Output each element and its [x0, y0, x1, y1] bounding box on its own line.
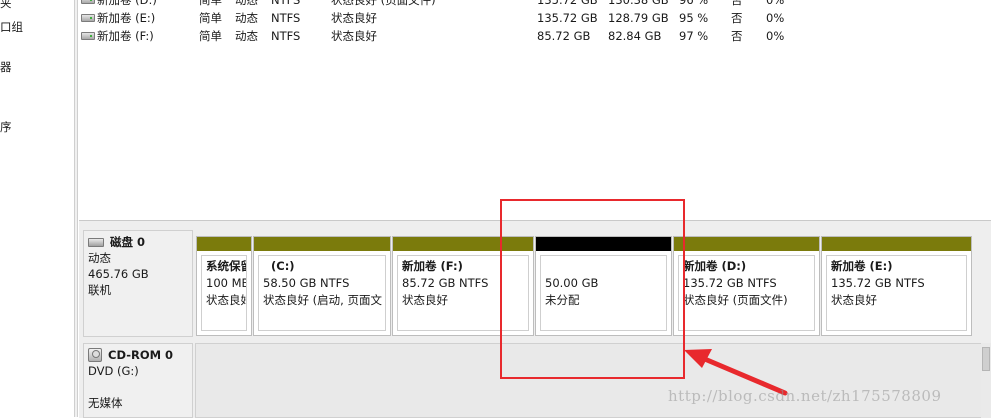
- volume-type: 动态: [235, 11, 258, 25]
- volume-free-space: 130.38 GB: [608, 0, 669, 7]
- partition-system-reserved[interactable]: 系统保留 100 MB 状态良好: [196, 236, 252, 336]
- scrollbar-thumb[interactable]: [982, 347, 990, 371]
- volume-status: 状态良好: [331, 29, 377, 43]
- volume-overhead: 0%: [766, 11, 785, 25]
- volume-type: 动态: [235, 0, 258, 7]
- volume-overhead: 0%: [766, 0, 785, 7]
- volume-free-percent: 97 %: [679, 29, 709, 43]
- volume-overhead: 0%: [766, 29, 785, 43]
- cdrom-title: CD-ROM 0: [108, 348, 174, 362]
- pane-splitter[interactable]: [74, 0, 78, 417]
- volume-row[interactable]: 新加卷 (D:) 简单 动态 NTFS 状态良好 (页面文件) 135.72 G…: [79, 0, 991, 9]
- partition-name: 新加卷 (D:): [683, 259, 747, 273]
- volume-fault-tolerance: 否: [731, 29, 743, 43]
- drive-icon: [81, 14, 95, 22]
- partition-status: 状态良好 (启动, 页面文: [263, 293, 382, 307]
- volume-row[interactable]: 新加卷 (F:) 简单 动态 NTFS 状态良好 85.72 GB 82.84 …: [79, 27, 991, 45]
- partition-color-bar: [822, 237, 971, 251]
- partition-c[interactable]: (C:) 58.50 GB NTFS 状态良好 (启动, 页面文: [253, 236, 391, 336]
- volume-fault-tolerance: 否: [731, 0, 743, 7]
- volume-capacity: 135.72 GB: [537, 11, 598, 25]
- disk-size: 465.76 GB: [88, 267, 149, 281]
- volume-filesystem: NTFS: [271, 0, 301, 7]
- partition-color-bar: [674, 237, 819, 251]
- hard-disk-icon: [88, 238, 104, 247]
- volume-fault-tolerance: 否: [731, 11, 743, 25]
- volume-name: 新加卷 (D:): [97, 0, 157, 7]
- volume-layout: 简单: [199, 0, 222, 7]
- nav-item-2[interactable]: 器: [0, 59, 12, 75]
- volume-list: 新加卷 (D:) 简单 动态 NTFS 状态良好 (页面文件) 135.72 G…: [79, 0, 991, 220]
- vertical-scrollbar[interactable]: [981, 343, 991, 418]
- partition-status: 状态良好 (页面文件): [683, 293, 788, 307]
- volume-filesystem: NTFS: [271, 29, 301, 43]
- partition-name: 新加卷 (E:): [831, 259, 893, 273]
- disk-0-label[interactable]: 磁盘 0 动态 465.76 GB 联机: [83, 230, 193, 337]
- volume-layout: 简单: [199, 11, 222, 25]
- drive-icon: [81, 0, 95, 4]
- drive-icon: [81, 32, 95, 40]
- volume-status: 状态良好 (页面文件): [331, 0, 436, 7]
- volume-free-space: 82.84 GB: [608, 29, 662, 43]
- volume-name: 新加卷 (E:): [97, 11, 156, 25]
- volume-type: 动态: [235, 29, 258, 43]
- cdrom-media: 无媒体: [88, 396, 123, 410]
- navigation-pane: 夹 口组 器 序: [0, 0, 74, 417]
- volume-name: 新加卷 (F:): [97, 29, 154, 43]
- nav-item-0[interactable]: 夹: [0, 0, 12, 11]
- partition-status: 状态良好: [831, 293, 877, 307]
- volume-status: 状态良好: [331, 11, 377, 25]
- cdrom-drive: DVD (G:): [88, 364, 139, 378]
- cd-drive-icon: [88, 348, 102, 362]
- partition-size: 135.72 GB NTFS: [831, 276, 925, 290]
- volume-filesystem: NTFS: [271, 11, 301, 25]
- volume-free-percent: 96 %: [679, 0, 709, 7]
- volume-row[interactable]: 新加卷 (E:) 简单 动态 NTFS 状态良好 135.72 GB 128.7…: [79, 9, 991, 27]
- cdrom-0-label[interactable]: CD-ROM 0 DVD (G:) 无媒体: [83, 343, 193, 418]
- partition-size: 100 MB: [206, 276, 247, 290]
- partition-size: 135.72 GB NTFS: [683, 276, 777, 290]
- watermark: http://blog.csdn.net/zh175578809: [668, 387, 942, 405]
- volume-free-space: 128.79 GB: [608, 11, 669, 25]
- partition-size: 58.50 GB NTFS: [263, 276, 350, 290]
- partition-color-bar: [197, 237, 251, 251]
- volume-capacity: 135.72 GB: [537, 0, 598, 7]
- volume-capacity: 85.72 GB: [537, 29, 591, 43]
- disk-state: 联机: [88, 283, 111, 297]
- partition-name: (C:): [271, 259, 295, 273]
- partition-e[interactable]: 新加卷 (E:) 135.72 GB NTFS 状态良好: [821, 236, 972, 336]
- disk-title: 磁盘 0: [110, 235, 146, 249]
- annotation-highlight-box: [500, 199, 685, 379]
- disk-type: 动态: [88, 251, 111, 265]
- nav-item-1[interactable]: 口组: [0, 19, 23, 35]
- partition-color-bar: [254, 237, 390, 251]
- volume-layout: 简单: [199, 29, 222, 43]
- partition-d[interactable]: 新加卷 (D:) 135.72 GB NTFS 状态良好 (页面文件): [673, 236, 820, 336]
- partition-status: 状态良好: [206, 293, 246, 307]
- volume-free-percent: 95 %: [679, 11, 709, 25]
- partition-name: 系统保留: [206, 259, 246, 273]
- nav-item-3[interactable]: 序: [0, 119, 12, 135]
